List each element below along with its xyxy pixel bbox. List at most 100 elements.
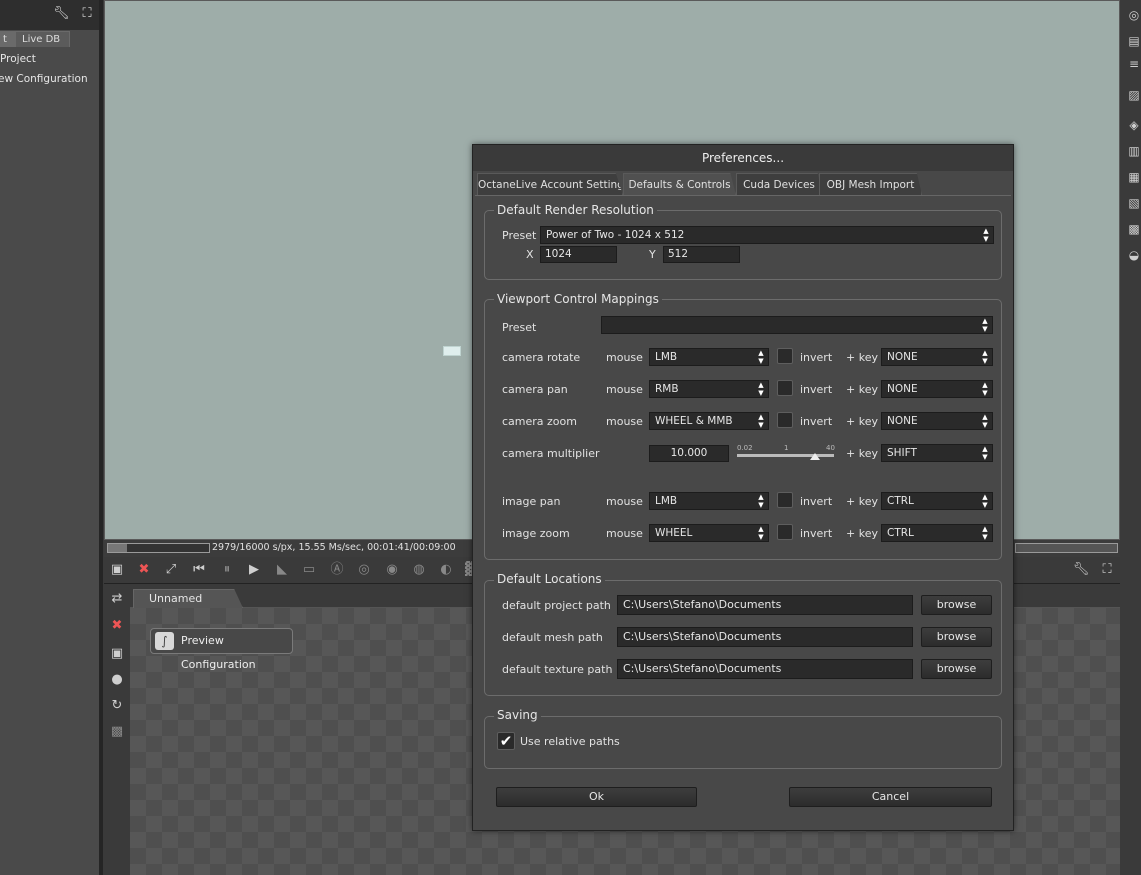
resolution-x-field[interactable]: 1024 (540, 246, 617, 263)
location-path-field[interactable]: C:\Users\Stefano\Documents (617, 595, 913, 615)
viewport-preset-label: Preset (502, 321, 537, 334)
viewport-preset-dropdown[interactable]: ▲ ▼ (601, 316, 993, 334)
render-target-icon[interactable]: ▦ (1127, 170, 1141, 184)
mouse-label: mouse (606, 383, 643, 396)
browse-button[interactable]: browse (921, 595, 992, 615)
image-icon[interactable]: ▧ (1127, 196, 1141, 210)
maximize-icon[interactable]: ⛶ (79, 6, 95, 22)
location-path-field[interactable]: C:\Users\Stefano\Documents (617, 627, 913, 647)
preview-configuration-node[interactable]: ∫ Preview Configuration (150, 628, 293, 671)
mouse-button-value: RMB (655, 383, 679, 395)
invert-label: invert (800, 495, 833, 508)
invert-checkbox[interactable] (777, 348, 793, 364)
multiplier-key-dropdown[interactable]: SHIFT ▲ ▼ (881, 444, 993, 462)
connect-icon[interactable]: ⇄ (108, 590, 126, 608)
mouse-button-value: LMB (655, 495, 678, 507)
environment-icon[interactable]: ▨ (1127, 88, 1141, 102)
outliner-toolbar: 🔧︎ ⛶ (0, 0, 100, 30)
invert-checkbox[interactable] (777, 524, 793, 540)
invert-checkbox[interactable] (777, 412, 793, 428)
modifier-key-dropdown[interactable]: CTRL ▲ ▼ (881, 492, 993, 510)
imager-icon[interactable]: ◈ (1127, 118, 1141, 132)
mouse-label: mouse (606, 351, 643, 364)
autofocus-icon[interactable]: Ⓐ (328, 561, 346, 579)
region-icon[interactable]: ◍ (410, 561, 428, 579)
secondary-progress-bar (1015, 543, 1118, 553)
updown-arrow-icon: ▲ ▼ (983, 227, 989, 243)
pause-icon[interactable]: ⏸ (218, 561, 236, 579)
relative-paths-checkbox[interactable]: ✔ (497, 732, 515, 750)
resolution-y-field[interactable]: 512 (663, 246, 740, 263)
resolution-preset-dropdown[interactable]: Power of Two - 1024 x 512 ▲ ▼ (540, 226, 994, 244)
relative-paths-label: Use relative paths (520, 735, 620, 748)
updown-arrow-icon: ▲ ▼ (982, 317, 988, 333)
tab-cuda-devices[interactable]: Cuda Devices (736, 173, 822, 195)
material-ball-icon[interactable]: ● (108, 671, 126, 689)
render-object (443, 346, 461, 356)
invert-label: invert (800, 351, 833, 364)
tab-scene[interactable]: t (0, 31, 16, 47)
updown-arrow-icon: ▲ ▼ (982, 413, 988, 429)
material-icon[interactable]: ◒ (1127, 248, 1141, 262)
invert-checkbox[interactable] (777, 380, 793, 396)
wrench-icon[interactable]: 🔧︎ (53, 6, 70, 22)
list-icon[interactable]: ≡ (1127, 57, 1141, 71)
delete-node-icon[interactable]: ✖ (108, 617, 126, 635)
modifier-key-value: NONE (887, 415, 918, 427)
material-picker-icon[interactable]: ◉ (383, 561, 401, 579)
refresh-node-icon[interactable]: ↻ (108, 697, 126, 715)
modifier-key-dropdown[interactable]: NONE ▲ ▼ (881, 348, 993, 366)
multiplier-field[interactable]: 10.000 (649, 445, 729, 462)
browse-button[interactable]: browse (921, 659, 992, 679)
control-row-label: image zoom (502, 527, 570, 540)
control-row-label: camera pan (502, 383, 568, 396)
kernel-icon[interactable]: ▥ (1127, 144, 1141, 158)
panel-splitter[interactable] (99, 0, 103, 875)
picker-icon[interactable]: ◎ (355, 561, 373, 579)
tab-live-db[interactable]: Live DB (15, 31, 70, 47)
render-resolution-group (484, 210, 1002, 280)
location-path-field[interactable]: C:\Users\Stefano\Documents (617, 659, 913, 679)
mouse-button-dropdown[interactable]: LMB ▲ ▼ (649, 492, 769, 510)
tab-octanelive-account[interactable]: OctaneLive Account Settings (477, 173, 623, 195)
multiplier-slider[interactable]: 0.02 1 40 (737, 444, 835, 461)
control-row-label: camera zoom (502, 415, 577, 428)
rewind-icon[interactable]: ⏮ (190, 561, 208, 579)
mouse-button-dropdown[interactable]: WHEEL & MMB ▲ ▼ (649, 412, 769, 430)
wrench-icon[interactable]: 🔧︎ (1072, 561, 1090, 579)
browse-button[interactable]: browse (921, 627, 992, 647)
tab-defaults-controls[interactable]: Defaults & Controls (623, 173, 736, 195)
stripes-icon[interactable]: ▩ (108, 723, 126, 741)
film-region-icon[interactable]: ◐ (437, 561, 455, 579)
slider-thumb[interactable] (809, 453, 820, 460)
focus-icon[interactable]: ⤢ (162, 561, 180, 579)
mouse-button-dropdown[interactable]: LMB ▲ ▼ (649, 348, 769, 366)
camera-icon[interactable]: ◎ (1127, 8, 1141, 22)
mouse-button-dropdown[interactable]: WHEEL ▲ ▼ (649, 524, 769, 542)
texture-icon[interactable]: ▩ (1127, 222, 1141, 236)
modifier-key-dropdown[interactable]: NONE ▲ ▼ (881, 412, 993, 430)
maximize-icon[interactable]: ⛶ (1098, 561, 1116, 579)
clapper-icon[interactable]: ▣ (108, 645, 126, 663)
control-row-label: image pan (502, 495, 561, 508)
invert-checkbox[interactable] (777, 492, 793, 508)
recenter-icon[interactable]: ▣ (108, 561, 126, 579)
tab-unnamed-project[interactable]: Unnamed Project (133, 589, 243, 608)
ok-button[interactable]: Ok (496, 787, 697, 807)
mouse-button-dropdown[interactable]: RMB ▲ ▼ (649, 380, 769, 398)
monitor-icon[interactable]: ▭ (300, 561, 318, 579)
layers-icon[interactable]: ▤ (1127, 34, 1141, 48)
modifier-key-dropdown[interactable]: NONE ▲ ▼ (881, 380, 993, 398)
tree-item-preview-configuration[interactable]: ew Configuration (0, 73, 88, 85)
modifier-key-dropdown[interactable]: CTRL ▲ ▼ (881, 524, 993, 542)
ruler-icon[interactable]: ◣ (273, 561, 291, 579)
tree-item-project[interactable]: Project (0, 53, 36, 65)
cancel-button[interactable]: Cancel (789, 787, 992, 807)
tab-obj-mesh-import[interactable]: OBJ Mesh Import (819, 173, 922, 195)
reset-render-icon[interactable]: ✖ (135, 561, 153, 579)
play-icon[interactable]: ▶ (245, 561, 263, 579)
updown-arrow-icon: ▲ ▼ (758, 381, 764, 397)
invert-label: invert (800, 527, 833, 540)
updown-arrow-icon: ▲ ▼ (982, 525, 988, 541)
updown-arrow-icon: ▲ ▼ (982, 381, 988, 397)
